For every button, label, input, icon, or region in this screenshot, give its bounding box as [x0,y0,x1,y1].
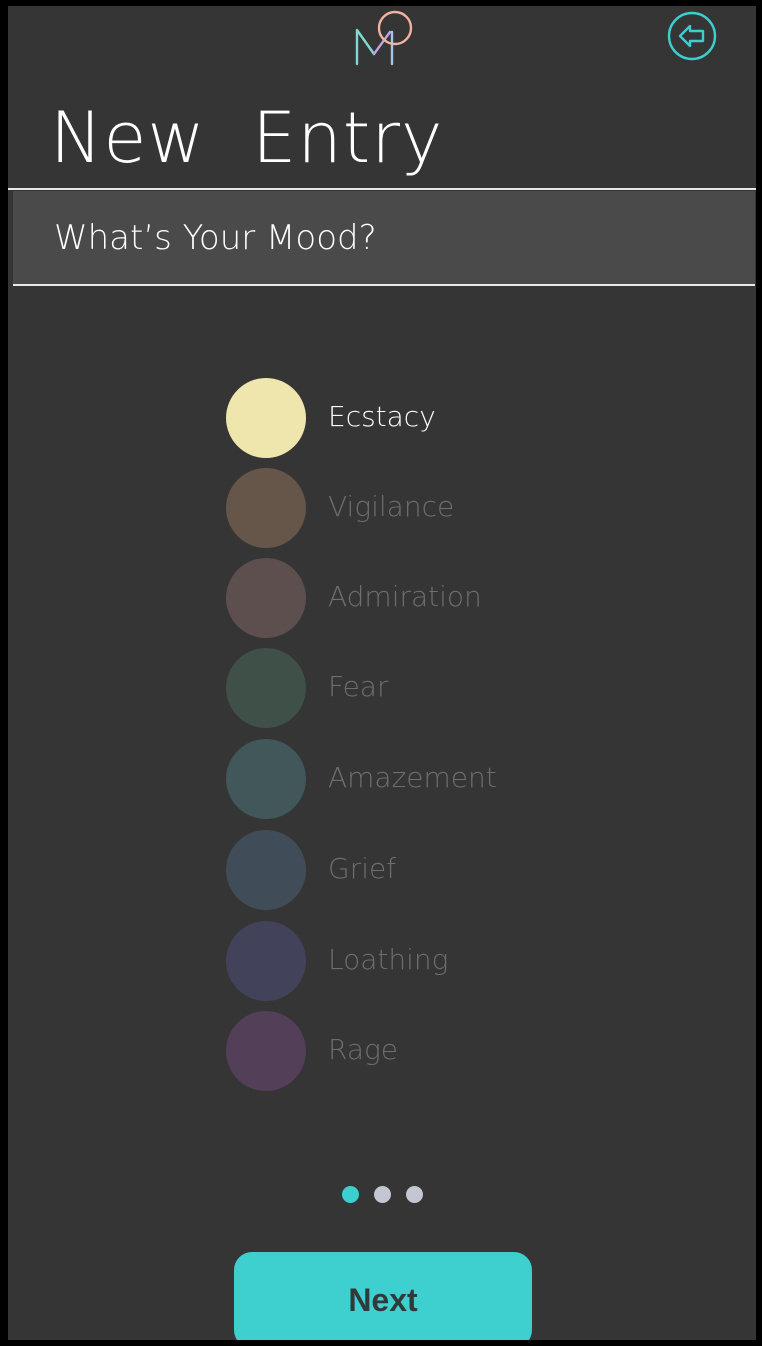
page-dot[interactable] [374,1186,391,1203]
mood-label: Admiration [328,580,482,613]
mood-swatch [226,830,306,910]
mood-option-admiration[interactable]: Admiration [226,558,626,638]
mood-swatch [226,648,306,728]
title-divider [8,188,756,190]
section-divider [13,284,755,286]
mood-label: Amazement [328,761,497,794]
page-indicator [342,1186,442,1204]
mood-swatch [226,468,306,548]
mood-swatch [226,921,306,1001]
mood-label: Grief [328,852,397,885]
m-logo-icon [355,10,413,66]
mood-option-rage[interactable]: Rage [226,1011,626,1091]
mood-label: Rage [328,1033,399,1066]
mood-swatch [226,378,306,458]
page-title: New Entry [50,97,444,179]
app-screen: New Entry What’s Your Mood? Ecstacy Vigi… [8,6,756,1340]
mood-swatch [226,558,306,638]
page-dot[interactable] [406,1186,423,1203]
section-label: What’s Your Mood? [54,218,377,258]
mood-option-fear[interactable]: Fear [226,648,626,728]
mood-swatch [226,739,306,819]
mood-option-amazement[interactable]: Amazement [226,739,626,819]
mood-label: Loathing [328,943,449,976]
next-button[interactable]: Next [234,1252,532,1340]
page-dot[interactable] [342,1186,359,1203]
next-button-label: Next [348,1282,418,1318]
section-header: What’s Your Mood? [13,191,755,284]
mood-swatch [226,1011,306,1091]
mood-label: Ecstacy [328,400,436,433]
mood-label: Vigilance [328,490,455,523]
mood-option-grief[interactable]: Grief [226,830,626,910]
mood-option-ecstacy[interactable]: Ecstacy [226,378,626,458]
mood-label: Fear [328,670,389,703]
back-arrow-icon[interactable] [667,11,717,61]
mood-option-vigilance[interactable]: Vigilance [226,468,626,548]
mood-option-loathing[interactable]: Loathing [226,921,626,1001]
